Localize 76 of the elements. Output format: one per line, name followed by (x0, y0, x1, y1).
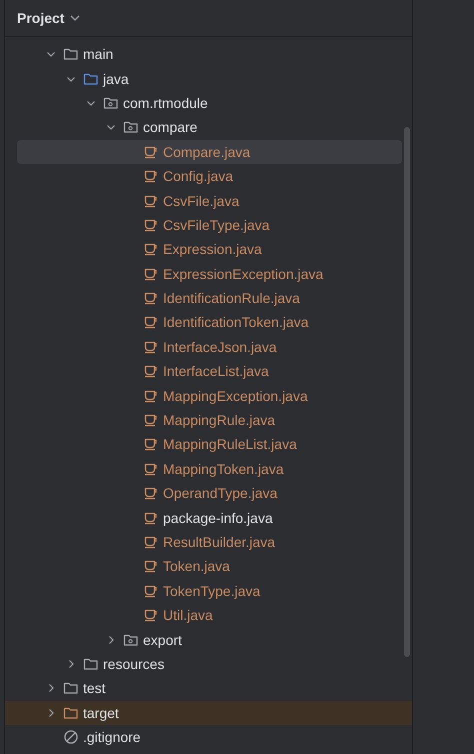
tree-item[interactable]: resources (5, 652, 412, 676)
tree-item[interactable]: CsvFileType.java (5, 212, 412, 238)
tree-item[interactable]: MappingException.java (5, 383, 412, 408)
coffee-cup-icon (143, 534, 159, 550)
package-folder-icon (123, 119, 139, 136)
item-label: Token.java (163, 558, 230, 574)
tree-item[interactable]: export (5, 627, 412, 652)
prohibited-icon (63, 729, 79, 746)
item-label: Config.java (163, 168, 234, 184)
chevron-down-icon[interactable] (70, 15, 80, 21)
item-label: MappingRuleList.java (163, 436, 297, 452)
tree-item[interactable]: Config.java (5, 164, 412, 188)
item-label: InterfaceJson.java (163, 338, 277, 355)
coffee-cup-icon (143, 168, 159, 184)
item-label: .gitignore (83, 729, 141, 746)
tree-item[interactable]: main (5, 42, 412, 66)
tree-item[interactable]: test (5, 676, 412, 701)
tree-item[interactable]: Compare.java (17, 140, 402, 164)
item-label: Util.java (163, 607, 213, 624)
tree-item[interactable]: OperandType.java (5, 481, 412, 506)
item-label: MappingRule.java (163, 412, 276, 428)
item-label: package-info.java (163, 510, 273, 526)
item-label: OperandType.java (163, 485, 278, 502)
tree-item[interactable]: TokenType.java (5, 578, 412, 603)
coffee-cup-icon (143, 485, 159, 502)
item-label: target (83, 704, 119, 721)
tree-item[interactable]: IdentificationRule.java (5, 286, 412, 310)
item-label: IdentificationToken.java (163, 314, 309, 330)
item-label: CsvFileType.java (163, 216, 270, 233)
tree-item[interactable]: package-info.java (5, 505, 412, 530)
item-label: MappingToken.java (163, 460, 284, 477)
panel-title[interactable]: Project (17, 10, 64, 26)
item-label: Expression.java (163, 241, 262, 258)
item-label: test (83, 680, 106, 696)
coffee-cup-icon (143, 436, 159, 452)
scrollbar[interactable] (404, 127, 410, 657)
item-label: CsvFile.java (163, 192, 240, 209)
tree-item[interactable]: compare (5, 115, 412, 140)
folder-icon (63, 46, 79, 62)
tree-item[interactable]: java (5, 66, 412, 91)
item-label: TokenType.java (163, 582, 260, 599)
tree-item[interactable]: CsvFile.java (5, 188, 412, 213)
coffee-cup-icon (143, 363, 159, 380)
tree-item[interactable]: InterfaceList.java (5, 359, 412, 384)
item-label: com.rtmodule (123, 94, 208, 111)
coffee-cup-icon (143, 314, 159, 330)
coffee-cup-icon (143, 607, 159, 624)
item-label: IdentificationRule.java (163, 290, 300, 306)
tree-item[interactable]: MappingRule.java (5, 408, 412, 432)
tree-item[interactable]: Util.java (5, 602, 412, 628)
item-label: compare (143, 119, 198, 136)
item-label: main (83, 46, 114, 62)
tree-item[interactable]: .gitignore (5, 724, 412, 750)
item-label: java (103, 70, 129, 87)
tree-item[interactable]: Token.java (5, 554, 412, 579)
item-label: ExpressionException.java (163, 266, 324, 282)
coffee-cup-icon (143, 558, 159, 574)
item-label: export (143, 632, 182, 648)
item-label: MappingException.java (163, 388, 308, 404)
tree-item[interactable]: InterfaceJson.java (5, 334, 412, 360)
coffee-cup-icon (143, 290, 159, 306)
tree-item[interactable]: IdentificationToken.java (5, 310, 412, 335)
coffee-cup-icon (143, 412, 159, 428)
tree-item[interactable]: ExpressionException.java (5, 262, 412, 286)
tree-item[interactable]: ResultBuilder.java (5, 530, 412, 554)
tree-item[interactable]: MappingRuleList.java (5, 432, 412, 457)
tree-item[interactable]: com.rtmodule (5, 90, 412, 116)
tree-item[interactable]: target (5, 700, 412, 725)
item-label: ResultBuilder.java (163, 534, 276, 550)
folder-icon (63, 680, 79, 696)
item-label: resources (103, 656, 164, 672)
coffee-cup-icon (143, 241, 159, 258)
item-label: Compare.java (163, 144, 250, 160)
item-label: InterfaceList.java (163, 363, 269, 380)
tree-item[interactable]: Expression.java (5, 237, 412, 262)
tree-item[interactable]: MappingToken.java (5, 456, 412, 482)
